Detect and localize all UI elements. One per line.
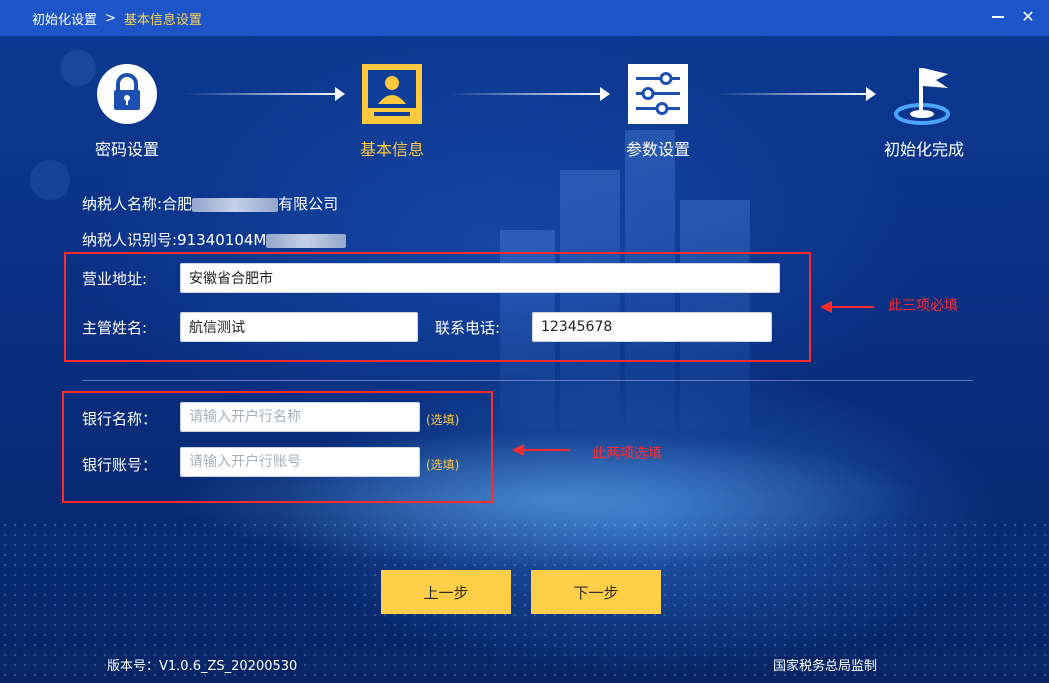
step-label: 基本信息 xyxy=(359,140,424,159)
step-parameters: 参数设置 xyxy=(598,62,718,160)
sliders-icon xyxy=(626,62,690,126)
bank-name-label: 银行名称： xyxy=(82,410,158,428)
minimize-button[interactable] xyxy=(989,8,1007,26)
optional-note: 此两项选填 xyxy=(592,446,662,462)
taxpayer-name-label: 纳税人名称: xyxy=(82,195,163,213)
previous-button[interactable]: 上一步 xyxy=(381,570,511,614)
manager-label: 主管姓名: xyxy=(82,319,148,337)
step-basic-info: 基本信息 xyxy=(332,62,452,160)
taxpayer-id-label: 纳税人识别号: xyxy=(82,231,178,249)
flag-icon xyxy=(892,62,956,126)
step-arrow xyxy=(450,87,610,101)
required-note: 此三项必填 xyxy=(888,298,958,314)
bank-name-input[interactable] xyxy=(180,402,420,432)
phone-input[interactable] xyxy=(532,312,772,342)
manager-input[interactable] xyxy=(180,312,418,342)
background-bubble xyxy=(30,160,70,200)
step-password: 密码设置 xyxy=(67,62,187,160)
taxpayer-id-prefix: 91340104M xyxy=(177,231,267,249)
step-arrow xyxy=(185,87,345,101)
bank-name-optional-tag: (选填) xyxy=(426,413,460,427)
address-input[interactable] xyxy=(180,263,780,293)
required-note-arrow xyxy=(820,301,874,313)
step-complete: 初始化完成 xyxy=(864,62,984,160)
supervision-text: 国家税务总局监制 xyxy=(773,659,878,674)
bank-account-input[interactable] xyxy=(180,447,420,477)
bank-account-optional-tag: (选填) xyxy=(426,458,460,472)
taxpayer-name-suffix: 有限公司 xyxy=(278,195,339,213)
divider xyxy=(82,380,973,381)
version-text: 版本号：V1.0.6_ZS_20200530 xyxy=(107,659,298,674)
user-card-icon xyxy=(360,62,424,126)
breadcrumb-current: 基本信息设置 xyxy=(123,12,202,28)
taxpayer-id-row: 纳税人识别号:91340104M xyxy=(82,229,347,250)
breadcrumb-root: 初始化设置 xyxy=(32,12,98,28)
address-label: 营业地址: xyxy=(82,270,148,288)
close-button[interactable]: ✕ xyxy=(1019,8,1037,26)
optional-note-arrow xyxy=(512,444,570,456)
redacted-block xyxy=(266,233,347,248)
phone-label: 联系电话: xyxy=(435,319,501,337)
redacted-block xyxy=(192,197,279,212)
next-button[interactable]: 下一步 xyxy=(531,570,661,614)
breadcrumb-separator: > xyxy=(105,10,116,26)
title-bar: 初始化设置 > 基本信息设置 ✕ xyxy=(0,0,1049,36)
step-label: 初始化完成 xyxy=(883,140,964,159)
step-arrow xyxy=(716,87,876,101)
lock-icon xyxy=(95,62,159,126)
step-label: 密码设置 xyxy=(94,140,159,159)
bank-account-label: 银行账号： xyxy=(82,456,158,474)
taxpayer-name-row: 纳税人名称:合肥 有限公司 xyxy=(82,193,338,214)
step-label: 参数设置 xyxy=(625,140,690,159)
taxpayer-name-prefix: 合肥 xyxy=(162,195,193,213)
